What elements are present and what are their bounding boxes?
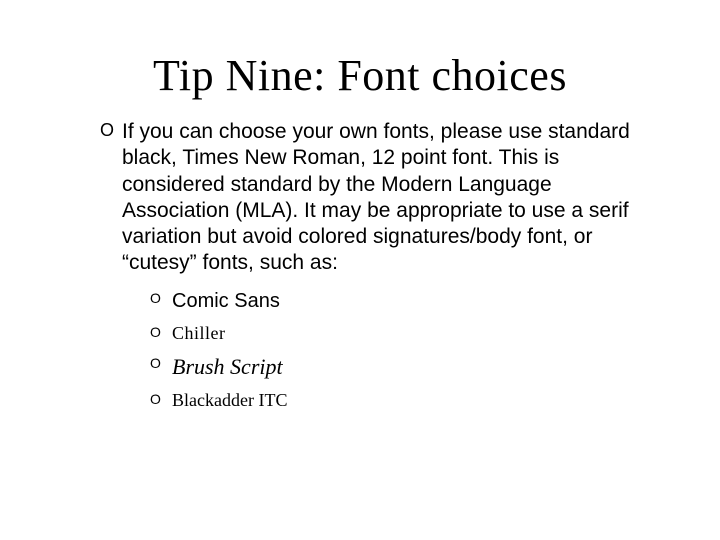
slide: Tip Nine: Font choices If you can choose… bbox=[0, 0, 720, 540]
body-list: If you can choose your own fonts, please… bbox=[70, 119, 650, 414]
list-item: Chiller bbox=[150, 321, 640, 346]
slide-title: Tip Nine: Font choices bbox=[70, 50, 650, 101]
font-example-comic-sans: Comic Sans bbox=[172, 290, 280, 312]
body-paragraph: If you can choose your own fonts, please… bbox=[122, 120, 630, 274]
font-example-blackadder: Blackadder ITC bbox=[172, 390, 287, 410]
font-sublist: Comic Sans Chiller Brush Script Blackadd… bbox=[122, 287, 640, 414]
list-item: Comic Sans bbox=[150, 287, 640, 315]
body-list-item: If you can choose your own fonts, please… bbox=[100, 119, 640, 414]
list-item: Brush Script bbox=[150, 352, 640, 383]
font-example-chiller: Chiller bbox=[172, 323, 226, 343]
list-item: Blackadder ITC bbox=[150, 388, 640, 413]
font-example-brush-script: Brush Script bbox=[172, 354, 283, 379]
